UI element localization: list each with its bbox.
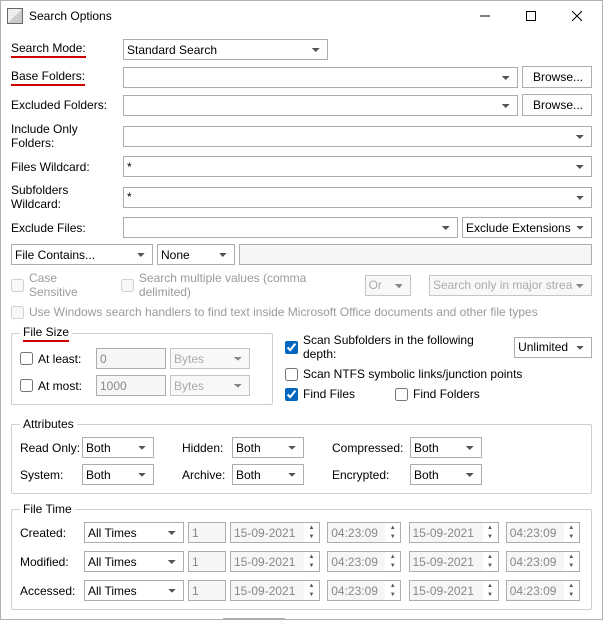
browse-excluded-button[interactable]: Browse... [522,94,592,116]
archive-label: Archive: [182,468,232,482]
subfolders-wildcard-combo[interactable]: * [123,187,592,208]
accessed-date-from[interactable] [230,580,304,601]
file-size-group: File Size At least: Bytes At most: Bytes [11,325,273,405]
spinner-icon[interactable]: ▲▼ [304,580,320,601]
file-contains-select[interactable]: File Contains... [11,244,153,265]
spinner-icon[interactable]: ▲▼ [483,580,499,601]
created-time-from[interactable] [327,522,385,543]
modified-date-from[interactable] [230,551,304,572]
spinner-icon[interactable]: ▲▼ [385,522,401,543]
accessed-label: Accessed: [20,584,80,598]
at-most-value[interactable] [96,375,166,396]
at-least-value[interactable] [96,348,166,369]
stop-after-count[interactable] [223,618,285,619]
files-wildcard-label: Files Wildcard: [11,160,119,174]
titlebar: Search Options [1,1,602,31]
created-date-to[interactable] [409,522,483,543]
spinner-icon[interactable]: ▲▼ [564,522,580,543]
content-area: Search Mode: Standard Search Base Folder… [1,31,602,619]
depth-select[interactable]: Unlimited [514,337,592,358]
at-least-check[interactable]: At least: [20,352,92,366]
file-time-group: File Time Created: All Times ▲▼ ▲▼ ▲▼ ▲▼… [11,502,592,610]
accessed-date-to[interactable] [409,580,483,601]
modified-time-to[interactable] [506,551,564,572]
attributes-group: Attributes Read Only: Both Hidden: Both … [11,417,592,494]
find-folders-check[interactable]: Find Folders [395,387,480,401]
search-options-window: Search Options Search Mode: Standard Sea… [0,0,603,620]
search-mode-label: Search Mode: [11,41,86,58]
or-select[interactable]: Or [365,275,411,296]
spinner-icon[interactable]: ▲▼ [304,551,320,572]
exclude-ext-mode-select[interactable]: Exclude Extensions List [462,217,592,238]
close-button[interactable] [554,1,600,31]
base-folders-combo[interactable] [123,67,518,88]
compressed-label: Compressed: [332,441,410,455]
file-time-legend: File Time [20,502,75,516]
accessed-time-to[interactable] [506,580,564,601]
spinner-icon[interactable]: ▲▼ [564,580,580,601]
file-size-legend: File Size [23,325,69,342]
modified-label: Modified: [20,555,80,569]
archive-select[interactable]: Both [232,464,304,485]
compressed-select[interactable]: Both [410,437,482,458]
search-multiple-check[interactable]: Search multiple values (comma delimited) [121,271,347,299]
scan-subfolders-check[interactable]: Scan Subfolders in the following depth: [285,333,510,361]
excluded-folders-combo[interactable] [123,95,518,116]
attributes-legend: Attributes [20,417,77,431]
encrypted-select[interactable]: Both [410,464,482,485]
spinner-icon[interactable]: ▲▼ [564,551,580,572]
spinner-icon[interactable]: ▲▼ [483,522,499,543]
accessed-count[interactable] [188,580,226,601]
modified-count[interactable] [188,551,226,572]
created-count[interactable] [188,522,226,543]
modified-date-to[interactable] [409,551,483,572]
app-icon [7,8,23,24]
system-label: System: [20,468,82,482]
maximize-button[interactable] [508,1,554,31]
encrypted-label: Encrypted: [332,468,410,482]
search-mode-select[interactable]: Standard Search [123,39,328,60]
read-only-select[interactable]: Both [82,437,154,458]
spinner-icon[interactable]: ▲▼ [304,522,320,543]
spinner-icon[interactable]: ▲▼ [385,580,401,601]
system-select[interactable]: Both [82,464,154,485]
excluded-folders-label: Excluded Folders: [11,98,119,112]
window-title: Search Options [29,9,462,23]
use-handlers-check[interactable]: Use Windows search handlers to find text… [11,305,538,319]
case-sensitive-check[interactable]: Case Sensitive [11,271,103,299]
hidden-label: Hidden: [182,441,232,455]
scan-ntfs-check[interactable]: Scan NTFS symbolic links/junction points [285,367,522,381]
at-least-unit[interactable]: Bytes [170,348,250,369]
base-folders-label: Base Folders: [11,69,85,86]
at-most-check[interactable]: At most: [20,379,92,393]
include-only-label: Include Only Folders: [11,122,119,150]
browse-base-button[interactable]: Browse... [522,66,592,88]
file-contains-mode-select[interactable]: None [157,244,235,265]
minimize-button[interactable] [462,1,508,31]
hidden-select[interactable]: Both [232,437,304,458]
find-files-check[interactable]: Find Files [285,387,355,401]
accessed-mode[interactable]: All Times [84,580,184,601]
created-date-from[interactable] [230,522,304,543]
created-time-to[interactable] [506,522,564,543]
modified-time-from[interactable] [327,551,385,572]
file-contains-text[interactable] [239,244,592,265]
at-most-unit[interactable]: Bytes [170,375,250,396]
files-wildcard-combo[interactable]: * [123,156,592,177]
spinner-icon[interactable]: ▲▼ [483,551,499,572]
exclude-files-label: Exclude Files: [11,221,119,235]
exclude-files-combo[interactable] [123,217,458,238]
read-only-label: Read Only: [20,441,82,455]
modified-mode[interactable]: All Times [84,551,184,572]
subfolders-wildcard-label: Subfolders Wildcard: [11,183,119,211]
accessed-time-from[interactable] [327,580,385,601]
created-label: Created: [20,526,80,540]
created-mode[interactable]: All Times [84,522,184,543]
include-only-combo[interactable] [123,126,592,147]
search-major-select[interactable]: Search only in major strea [429,275,592,296]
spinner-icon[interactable]: ▲▼ [385,551,401,572]
